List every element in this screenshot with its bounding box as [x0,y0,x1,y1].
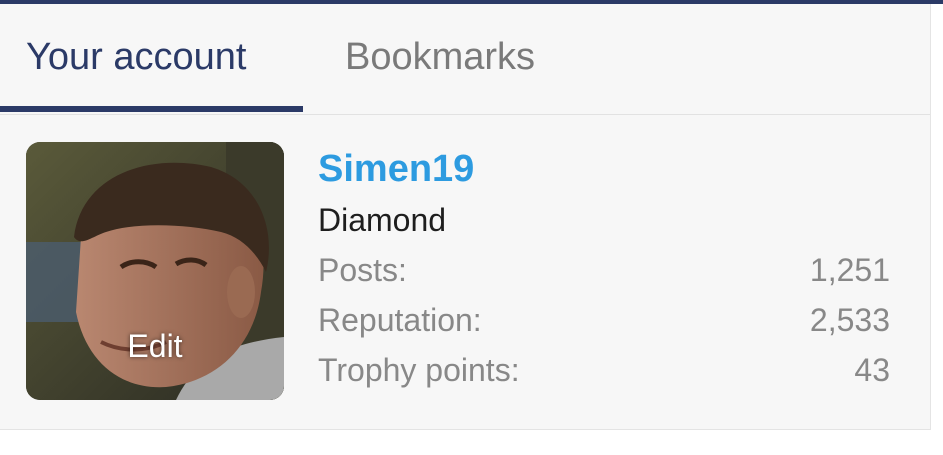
account-panel: Your account Bookmarks Edit Simen19 Diam… [0,4,931,430]
stat-value: 2,533 [809,302,890,338]
stat-trophy-points: Trophy points: 43 [318,350,890,390]
tab-bar: Your account Bookmarks [0,4,930,115]
scrollbar-track[interactable] [931,4,943,455]
avatar[interactable]: Edit [26,142,284,400]
stat-reputation: Reputation: 2,533 [318,300,890,340]
stat-label: Reputation: [318,302,482,338]
stat-label: Posts: [318,252,407,288]
stat-label: Trophy points: [318,352,520,388]
user-title: Diamond [318,202,447,238]
active-tab-indicator [0,106,303,112]
stat-posts: Posts: 1,251 [318,250,890,290]
stat-value: 1,251 [809,252,890,288]
username-link[interactable]: Simen19 [318,146,474,192]
avatar-edit-label[interactable]: Edit [26,328,284,364]
tab-bookmarks[interactable]: Bookmarks [345,34,535,80]
account-popup: Your account Bookmarks Edit Simen19 Diam… [0,0,943,455]
stat-value: 43 [854,352,890,388]
tab-your-account[interactable]: Your account [26,34,246,80]
